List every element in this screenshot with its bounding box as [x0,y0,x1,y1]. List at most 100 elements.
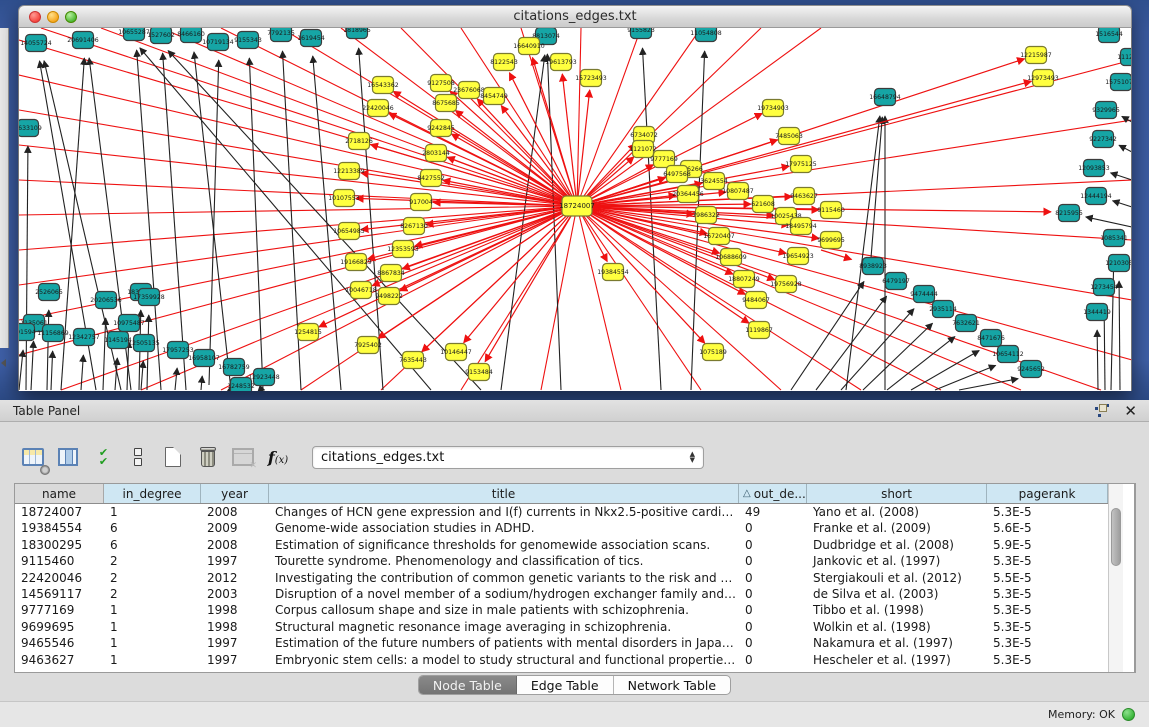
graph-edge[interactable] [1113,201,1132,207]
zoom-window-icon[interactable] [65,11,77,23]
graph-edge[interactable] [1097,330,1098,390]
table-cell[interactable]: 5.3E-5 [987,602,1108,618]
table-cell[interactable]: 1 [104,602,201,618]
graph-node[interactable]: 6497568 [663,166,691,183]
graph-edge[interactable] [161,28,577,206]
graph-node[interactable]: 1273454 [1090,279,1118,296]
graph-edge[interactable] [1111,173,1132,180]
show-column-button[interactable] [53,442,83,472]
graph-node[interactable]: 12342757 [68,329,100,346]
table-cell[interactable]: 2 [104,586,201,602]
table-cell[interactable]: 9463627 [15,652,104,668]
graph-node[interactable]: 9242845 [427,120,455,137]
graph-edge[interactable] [31,341,34,390]
graph-edge[interactable] [147,315,149,390]
table-cell[interactable]: 1998 [201,602,269,618]
graph-node[interactable]: 7632621 [952,315,980,332]
graph-node[interactable]: 12444194 [1080,188,1112,205]
table-row[interactable]: 1872400712008Changes of HCN gene express… [15,504,1108,520]
graph-node[interactable]: 18724007 [559,196,595,216]
vertical-scrollbar[interactable] [1108,484,1123,672]
float-panel-icon[interactable] [1095,404,1109,417]
table-row[interactable]: 2242004622012Investigating the contribut… [15,570,1108,586]
table-cell[interactable]: 0 [739,537,807,553]
citation-network-graph[interactable]: 1405572420691406106552871527602846616010… [19,28,1132,391]
column-header-name[interactable]: name [15,484,104,503]
minimize-window-icon[interactable] [47,11,59,23]
window-titlebar[interactable]: citations_edges.txt [18,5,1132,28]
graph-node[interactable]: 11054808 [690,28,722,42]
graph-edge[interactable] [19,206,577,215]
table-cell[interactable]: 2009 [201,520,269,536]
graph-node[interactable]: 8471676 [977,330,1005,347]
table-cell[interactable]: 0 [739,586,807,602]
table-cell[interactable]: Genome-wide association studies in ADHD. [269,520,739,536]
graph-node[interactable]: 6479197 [882,273,910,290]
graph-edge[interactable] [887,337,955,390]
memory-ok-indicator-icon[interactable] [1122,708,1135,721]
column-header-year[interactable]: year [201,484,269,503]
collapsed-panel-edge[interactable] [0,28,9,348]
graph-node[interactable]: 2718126 [345,133,373,150]
delete-rows-button[interactable] [193,442,223,472]
select-all-columns-button[interactable]: ✔✔ [88,442,118,472]
table-cell[interactable]: 1 [104,619,201,635]
table-cell[interactable]: Dudbridge et al. (2008) [807,537,987,553]
table-cell[interactable]: 5.3E-5 [987,586,1108,602]
table-cell[interactable]: 2003 [201,586,269,602]
table-cell[interactable]: 1997 [201,635,269,651]
table-cell[interactable]: Tourette syndrome. Phenomenology and cla… [269,553,739,569]
graph-node[interactable]: 1344419 [1083,304,1111,321]
column-header-indegree[interactable]: in_degree [104,484,201,503]
table-cell[interactable]: 1 [104,504,201,520]
graph-node[interactable]: 7986322 [692,207,720,224]
table-cell[interactable]: 49 [739,504,807,520]
table-cell[interactable]: 5.9E-5 [987,537,1108,553]
table-cell[interactable]: Nakamura et al. (1997) [807,635,987,651]
graph-node[interactable]: 19384554 [597,264,629,281]
table-cell[interactable]: Franke et al. (2009) [807,520,987,536]
graph-node[interactable]: 9227342 [1089,131,1117,148]
graph-node[interactable]: 9329965 [1092,102,1120,119]
table-cell[interactable]: 1997 [201,553,269,569]
graph-edge[interactable] [911,351,979,390]
table-cell[interactable]: 19384554 [15,520,104,536]
graph-edge[interactable] [81,355,83,390]
table-cell[interactable]: Estimation of the future numbers of pati… [269,635,739,651]
table-cell[interactable]: de Silva et al. (2003) [807,586,987,602]
table-cell[interactable]: Yano et al. (2008) [807,504,987,520]
graph-node[interactable]: 917004 [409,194,433,211]
table-cell[interactable]: 1 [104,652,201,668]
table-row[interactable]: 1830029562008Estimation of significance … [15,537,1108,553]
table-cell[interactable]: 5.3E-5 [987,504,1108,520]
graph-edge[interactable] [163,53,186,390]
graph-node[interactable]: 12505135 [128,335,160,352]
graph-node[interactable]: 10146447 [440,344,472,361]
table-cell[interactable]: 18300295 [15,537,104,553]
graph-node[interactable]: 9474444 [910,286,938,303]
graph-edge[interactable] [249,58,263,390]
table-cell[interactable]: Structural magnetic resonance image aver… [269,619,739,635]
table-cell[interactable]: 0 [739,635,807,651]
graph-node[interactable]: 1119867 [745,322,773,339]
graph-edge[interactable] [1111,256,1114,390]
graph-node[interactable]: 9484067 [742,292,770,309]
graph-edge[interactable] [103,318,106,390]
graph-edge[interactable] [577,206,1132,300]
table-cell[interactable]: 0 [739,652,807,668]
table-cell[interactable]: 0 [739,602,807,618]
graph-node[interactable]: 12215987 [1020,47,1052,64]
column-header-pagerank[interactable]: pagerank [987,484,1108,503]
table-cell[interactable]: Stergiakouli et al. (2012) [807,570,987,586]
graph-edge[interactable] [547,54,561,390]
graph-node[interactable]: 7792135 [267,28,295,42]
graph-node[interactable]: 8454749 [480,88,508,105]
table-cell[interactable]: 0 [739,520,807,536]
graph-edge[interactable] [194,52,231,390]
table-cell[interactable]: 9115460 [15,553,104,569]
close-panel-icon[interactable]: ✕ [1124,402,1137,420]
graph-node[interactable]: 9155343 [234,32,262,49]
table-cell[interactable]: 22420046 [15,570,104,586]
table-cell[interactable]: 6 [104,520,201,536]
table-cell[interactable]: 0 [739,570,807,586]
